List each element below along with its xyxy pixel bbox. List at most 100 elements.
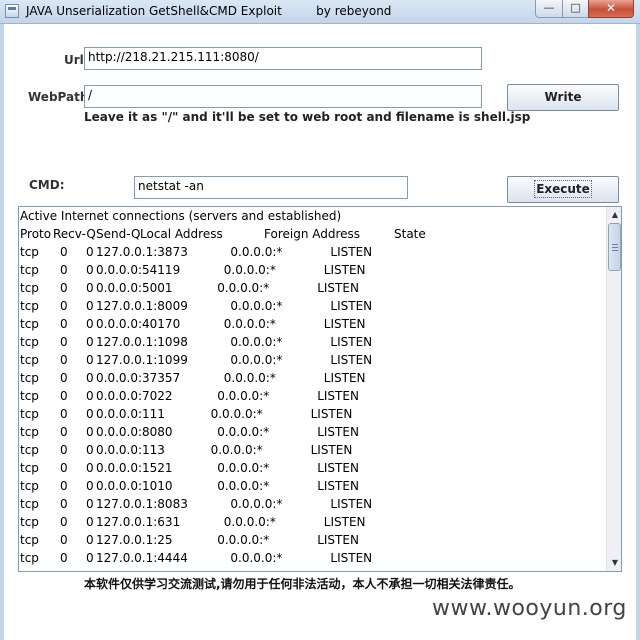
table-row: tcp 0 0 0.0.0.0:7022 0.0.0.0:* LISTEN: [20, 387, 605, 405]
row-sendq: 0: [86, 479, 94, 493]
execute-button-label: Execute: [534, 180, 592, 198]
row-proto: tcp: [20, 425, 39, 439]
row-recvq: 0: [60, 317, 68, 331]
table-row: tcp 0 0 0.0.0.0:37357 0.0.0.0:* LISTEN: [20, 369, 605, 387]
row-sendq: 0: [86, 515, 94, 529]
row-recvq: 0: [60, 551, 68, 565]
row-state: LISTEN: [310, 407, 353, 421]
output-header-row: Proto Recv-Q Send-Q Local Address Foreig…: [20, 225, 605, 243]
row-state: LISTEN: [330, 551, 373, 565]
row-recvq: 0: [60, 299, 68, 313]
thumb-grip-line: [612, 244, 618, 245]
output-textarea[interactable]: Active Internet connections (servers and…: [18, 206, 622, 572]
row-foreign-address: 0.0.0.0:*: [230, 353, 283, 367]
row-state: LISTEN: [310, 443, 353, 457]
row-sendq: 0: [86, 263, 94, 277]
row-recvq: 0: [60, 533, 68, 547]
row-foreign-address: 0.0.0.0:*: [217, 461, 270, 475]
row-state: LISTEN: [330, 353, 373, 367]
row-state: LISTEN: [323, 515, 366, 529]
site-watermark: www.wooyun.org: [432, 596, 627, 621]
row-local-address: 127.0.0.1:1099: [96, 353, 188, 367]
row-local-address: 127.0.0.1:4444: [96, 551, 188, 565]
window-title-text: JAVA Unserialization GetShell&CMD Exploi…: [26, 4, 282, 18]
window-author-text: by rebeyond: [316, 4, 392, 18]
row-foreign-address: 0.0.0.0:*: [223, 371, 276, 385]
row-foreign-address: 0.0.0.0:*: [230, 497, 283, 511]
maximize-button[interactable]: □: [562, 0, 589, 18]
row-foreign-address: 0.0.0.0:*: [217, 281, 270, 295]
row-sendq: 0: [86, 389, 94, 403]
output-line-connections: Active Internet connections (servers and…: [20, 209, 342, 223]
row-recvq: 0: [60, 353, 68, 367]
row-local-address: 127.0.0.1:631: [96, 515, 181, 529]
row-foreign-address: 0.0.0.0:*: [230, 335, 283, 349]
minimize-button[interactable]: —: [535, 0, 563, 18]
row-foreign-address: 0.0.0.0:*: [223, 317, 276, 331]
row-local-address: 127.0.0.1:8009: [96, 299, 188, 313]
minimize-icon: —: [543, 1, 555, 14]
table-row: tcp 0 0 127.0.0.1:4444 0.0.0.0:* LISTEN: [20, 549, 605, 567]
row-sendq: 0: [86, 425, 94, 439]
col-header-state: State: [394, 227, 426, 241]
col-header-recvq: Recv-Q: [53, 227, 96, 241]
close-button[interactable]: ✕: [588, 0, 634, 18]
cmd-label: CMD:: [29, 178, 65, 192]
row-local-address: 127.0.0.1:25: [96, 533, 173, 547]
row-sendq: 0: [86, 353, 94, 367]
row-state: LISTEN: [317, 389, 359, 403]
write-button[interactable]: Write: [507, 84, 619, 111]
row-state: LISTEN: [323, 317, 366, 331]
execute-button[interactable]: Execute: [507, 176, 619, 203]
row-proto: tcp: [20, 533, 39, 547]
row-recvq: 0: [60, 443, 68, 457]
scroll-up-arrow-icon: ▲: [611, 210, 619, 219]
table-row: tcp 0 0 0.0.0.0:113 0.0.0.0:* LISTEN: [20, 441, 605, 459]
row-proto: tcp: [20, 299, 39, 313]
row-sendq: 0: [86, 551, 94, 565]
row-proto: tcp: [20, 407, 39, 421]
row-proto: tcp: [20, 497, 39, 511]
row-local-address: 0.0.0.0:1010: [96, 479, 173, 493]
row-recvq: 0: [60, 515, 68, 529]
row-sendq: 0: [86, 407, 94, 421]
webpath-input[interactable]: /: [84, 85, 482, 108]
table-row: tcp 0 0 127.0.0.1:25 0.0.0.0:* LISTEN: [20, 531, 605, 549]
thumb-grip-line: [612, 250, 618, 251]
row-sendq: 0: [86, 281, 94, 295]
row-state: LISTEN: [317, 533, 359, 547]
row-state: LISTEN: [317, 281, 359, 295]
table-row: tcp 0 0 0.0.0.0:1521 0.0.0.0:* LISTEN: [20, 459, 605, 477]
row-local-address: 0.0.0.0:113: [96, 443, 165, 457]
table-row: tcp 0 0 0.0.0.0:8080 0.0.0.0:* LISTEN: [20, 423, 605, 441]
row-sendq: 0: [86, 299, 94, 313]
row-foreign-address: 0.0.0.0:*: [210, 443, 263, 457]
row-proto: tcp: [20, 335, 39, 349]
col-header-foreign: Foreign Address: [264, 227, 361, 241]
scrollbar-thumb[interactable]: [608, 223, 621, 271]
table-row: tcp 0 0 0.0.0.0:54119 0.0.0.0:* LISTEN: [20, 261, 605, 279]
row-sendq: 0: [86, 443, 94, 457]
col-header-proto: Proto: [20, 227, 52, 241]
window-frame-right: [636, 24, 640, 640]
row-proto: tcp: [20, 281, 39, 295]
output-vertical-scrollbar[interactable]: ▲ ▼: [606, 207, 621, 571]
row-recvq: 0: [60, 335, 68, 349]
write-button-label: Write: [544, 90, 582, 104]
row-state: LISTEN: [323, 263, 366, 277]
row-sendq: 0: [86, 371, 94, 385]
row-foreign-address: 0.0.0.0:*: [223, 515, 276, 529]
table-row: tcp 0 0 0.0.0.0:40170 0.0.0.0:* LISTEN: [20, 315, 605, 333]
scroll-up-button[interactable]: ▲: [607, 207, 621, 223]
scroll-down-button[interactable]: ▼: [607, 555, 621, 571]
cmd-input[interactable]: netstat -an: [134, 176, 408, 199]
title-bar[interactable]: JAVA Unserialization GetShell&CMD Exploi…: [0, 0, 640, 24]
row-local-address: 0.0.0.0:111: [96, 407, 165, 421]
row-proto: tcp: [20, 443, 39, 457]
row-proto: tcp: [20, 371, 39, 385]
table-row: tcp 0 0 127.0.0.1:8083 0.0.0.0:* LISTEN: [20, 495, 605, 513]
row-foreign-address: 0.0.0.0:*: [210, 407, 263, 421]
url-input[interactable]: http://218.21.215.111:8080/: [84, 47, 482, 70]
row-state: LISTEN: [317, 461, 359, 475]
thumb-grip-line: [612, 247, 618, 248]
